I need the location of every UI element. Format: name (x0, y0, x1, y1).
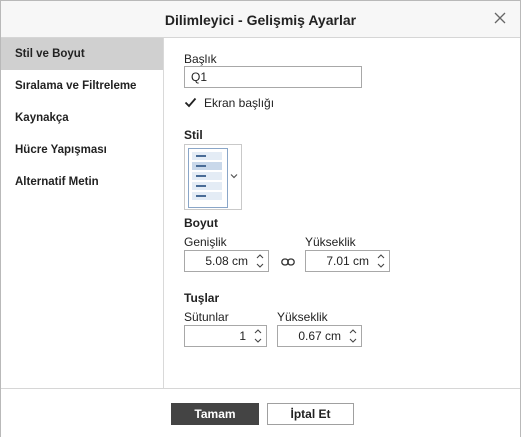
style-section-title: Stil (184, 128, 203, 142)
show-header-label: Ekran başlığı (204, 96, 275, 110)
checkmark-icon[interactable] (184, 96, 197, 109)
style-preview-row (192, 192, 222, 200)
spinner-arrows-icon[interactable] (376, 252, 386, 270)
button-height-value: 0.67 cm (298, 329, 341, 343)
style-preview-row (192, 182, 222, 190)
ok-button[interactable]: Tamam (171, 403, 259, 425)
spinner-arrows-icon[interactable] (253, 327, 263, 345)
style-preview-row (192, 152, 222, 160)
height-value: 7.01 cm (326, 254, 369, 268)
spinner-arrows-icon[interactable] (348, 327, 358, 345)
height-label: Yükseklik (305, 235, 356, 249)
advanced-settings-dialog: Dilimleyici - Gelişmiş Ayarlar Stil ve B… (0, 0, 521, 437)
link-icon[interactable] (281, 257, 295, 267)
settings-content: Başlık Q1 Ekran başlığı Stil Boyut Geniş… (164, 38, 520, 388)
columns-spinner[interactable]: 1 (184, 325, 267, 347)
style-picker[interactable] (184, 144, 242, 210)
dialog-titlebar: Dilimleyici - Gelişmiş Ayarlar (1, 1, 520, 38)
style-preview (188, 148, 228, 208)
sidebar-item-references[interactable]: Kaynakça (1, 102, 163, 134)
width-value: 5.08 cm (205, 254, 248, 268)
sidebar-item-cell-snapping[interactable]: Hücre Yapışması (1, 134, 163, 166)
sidebar-item-style-size[interactable]: Stil ve Boyut (1, 38, 163, 70)
style-preview-row (192, 162, 222, 170)
header-label: Başlık (184, 52, 217, 66)
button-height-spinner[interactable]: 0.67 cm (277, 325, 362, 347)
sidebar-item-alt-text[interactable]: Alternatif Metin (1, 166, 163, 198)
chevron-down-icon (230, 174, 238, 179)
header-input[interactable]: Q1 (184, 66, 362, 88)
width-spinner[interactable]: 5.08 cm (184, 250, 269, 272)
columns-value: 1 (239, 329, 246, 343)
spinner-arrows-icon[interactable] (255, 252, 265, 270)
button-height-label: Yükseklik (277, 310, 328, 324)
width-label: Genişlik (184, 235, 227, 249)
columns-label: Sütunlar (184, 310, 229, 324)
cancel-button[interactable]: İptal Et (267, 403, 354, 425)
height-spinner[interactable]: 7.01 cm (305, 250, 390, 272)
dialog-title: Dilimleyici - Gelişmiş Ayarlar (164, 12, 357, 28)
style-preview-row (192, 172, 222, 180)
size-section-title: Boyut (184, 216, 218, 230)
sidebar-item-sort-filter[interactable]: Sıralama ve Filtreleme (1, 70, 163, 102)
close-icon[interactable] (492, 10, 508, 26)
settings-sidebar: Stil ve Boyut Sıralama ve Filtreleme Kay… (1, 38, 164, 388)
dialog-footer: Tamam İptal Et (1, 388, 520, 437)
buttons-section-title: Tuşlar (184, 291, 220, 305)
